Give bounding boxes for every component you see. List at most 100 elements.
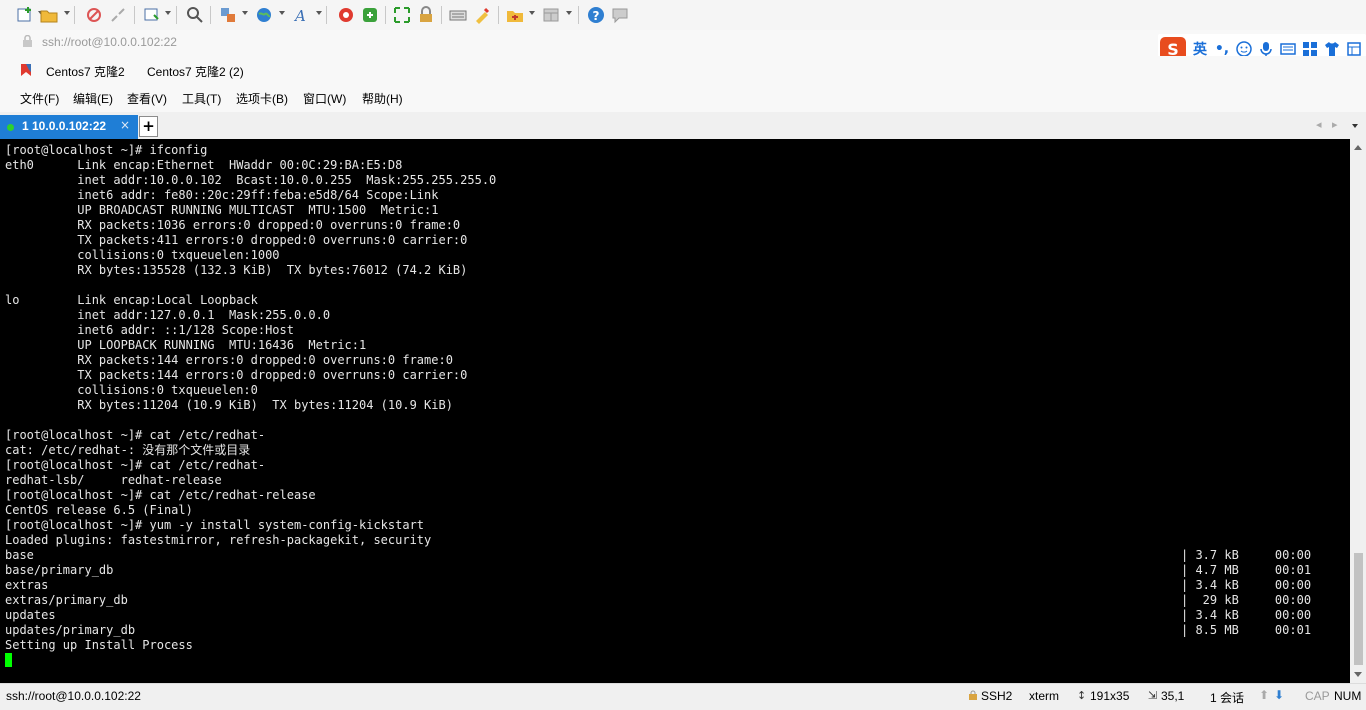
session-properties-icon[interactable] [142, 5, 162, 25]
terminal-line: [root@localhost ~]# cat /etc/redhat- [5, 458, 266, 472]
terminal-line: updates [5, 608, 56, 622]
terminal-line: cat: /etc/redhat-: 没有那个文件或目录 [5, 443, 251, 457]
keyboard-icon[interactable] [448, 5, 468, 25]
terminal-line: UP LOOPBACK RUNNING MTU:16436 Metric:1 [5, 338, 367, 352]
cursor-pos-icon: ⇲ [1148, 689, 1158, 702]
size-icon: ↕ [1077, 689, 1087, 702]
terminal-line: RX bytes:11204 (10.9 KiB) TX bytes:11204… [5, 398, 453, 412]
terminal-line: [root@localhost ~]# ifconfig [5, 143, 208, 157]
menu-help[interactable]: 帮助(H) [362, 90, 403, 107]
bookmark-icon [19, 63, 33, 80]
terminal-line: [root@localhost ~]# cat /etc/redhat- [5, 428, 266, 442]
arrow-down-icon[interactable]: ⬇ [1274, 688, 1284, 702]
connected-status-icon [7, 124, 14, 131]
terminal-line: eth0 Link encap:Ethernet HWaddr 00:0C:29… [5, 158, 417, 172]
svg-text:?: ? [593, 9, 600, 23]
terminal-line: RX packets:144 errors:0 dropped:0 overru… [5, 353, 453, 367]
terminal-line: Loaded plugins: fastestmirror, refresh-p… [5, 533, 432, 547]
secure-lock-icon [968, 690, 978, 704]
status-bar: ssh://root@10.0.0.102:22 SSH2 xterm ↕ 19… [0, 683, 1366, 710]
menu-tabs[interactable]: 选项卡(B) [236, 90, 288, 107]
terminal-line: [root@localhost ~]# yum -y install syste… [5, 518, 425, 532]
xftp-icon[interactable] [360, 5, 380, 25]
terminal-line: base [5, 548, 34, 562]
chat-icon[interactable] [610, 5, 630, 25]
menu-edit[interactable]: 编辑(E) [73, 90, 113, 107]
status-sessions: 1 会话 [1210, 691, 1245, 705]
main-toolbar: A ? [0, 0, 1366, 30]
menu-view[interactable]: 查看(V) [127, 90, 167, 107]
download-progress: | 3.7 kB 00:00 [1181, 548, 1312, 562]
terminal-line: TX packets:411 errors:0 dropped:0 overru… [5, 233, 468, 247]
status-cursor-position: 35,1 [1161, 689, 1185, 703]
terminal-line: [root@localhost ~]# cat /etc/redhat-rele… [5, 488, 323, 502]
add-tab-button[interactable]: + [139, 116, 158, 137]
tab-close-icon[interactable]: × [120, 118, 130, 132]
disconnect-icon[interactable] [108, 5, 128, 25]
status-caps: CAP [1305, 689, 1330, 703]
menu-bar: 文件(F) 编辑(E) 查看(V) 工具(T) 选项卡(B) 窗口(W) 帮助(… [0, 84, 1366, 112]
download-progress: | 8.5 MB 00:01 [1181, 623, 1312, 637]
tab-session[interactable]: 1 10.0.0.102:22 × [0, 115, 138, 139]
terminal-line: extras/primary_db [5, 593, 128, 607]
lock-icon[interactable] [416, 5, 436, 25]
tab-label: 1 10.0.0.102:22 [22, 119, 107, 133]
terminal-line: TX packets:144 errors:0 dropped:0 overru… [5, 368, 468, 382]
terminal-scrollbar[interactable] [1350, 139, 1366, 683]
xshell-icon[interactable] [336, 5, 356, 25]
scroll-up-icon[interactable] [1354, 145, 1362, 150]
svg-text:A: A [293, 7, 306, 24]
menu-window[interactable]: 窗口(W) [303, 90, 346, 107]
transfer-icon[interactable] [218, 5, 238, 25]
font-icon[interactable]: A [292, 5, 312, 25]
link-centos7-clone2-2[interactable]: Centos7 克隆2 (2) [147, 63, 244, 80]
tab-prev-icon[interactable]: ◂ [1316, 118, 1322, 131]
menu-file[interactable]: 文件(F) [20, 90, 59, 107]
terminal[interactable]: [root@localhost ~]# ifconfig eth0 Link en… [0, 139, 1350, 683]
terminal-line: updates/primary_db [5, 623, 136, 637]
status-protocol: SSH2 [981, 689, 1013, 703]
layout-icon[interactable] [541, 5, 561, 25]
terminal-line: redhat-lsb/ redhat-release [5, 473, 222, 487]
terminal-line: base/primary_db [5, 563, 114, 577]
links-bar: Centos7 克隆2 Centos7 克隆2 (2) [0, 56, 1366, 84]
status-terminal-type: xterm [1029, 689, 1059, 703]
new-session-icon[interactable] [15, 5, 35, 25]
arrow-up-icon[interactable]: ⬆ [1259, 688, 1269, 702]
download-progress: | 4.7 MB 00:01 [1181, 563, 1312, 577]
scroll-down-icon[interactable] [1354, 672, 1362, 677]
download-progress: | 29 kB 00:00 [1181, 593, 1312, 607]
terminal-line: UP BROADCAST RUNNING MULTICAST MTU:1500 … [5, 203, 439, 217]
terminal-line: CentOS release 6.5 (Final) [5, 503, 193, 517]
open-folder-icon[interactable] [40, 5, 58, 25]
download-progress: | 3.4 kB 00:00 [1181, 608, 1312, 622]
terminal-line: collisions:0 txqueuelen:1000 [5, 248, 287, 262]
terminal-line: collisions:0 txqueuelen:0 [5, 383, 266, 397]
menu-tools[interactable]: 工具(T) [182, 90, 221, 107]
terminal-line: lo Link encap:Local Loopback [5, 293, 273, 307]
status-num: NUM [1334, 689, 1362, 703]
link-centos7-clone2[interactable]: Centos7 克隆2 [46, 63, 125, 80]
status-size: 191x35 [1090, 689, 1130, 703]
terminal-line: RX bytes:135528 (132.3 KiB) TX bytes:760… [5, 263, 468, 277]
highlight-icon[interactable] [472, 5, 492, 25]
connect-icon[interactable] [84, 5, 104, 25]
terminal-line: Setting up Install Process [5, 638, 193, 652]
terminal-line: inet6 addr: ::1/128 Scope:Host [5, 323, 294, 337]
new-tab-icon[interactable] [505, 5, 525, 25]
address-text[interactable]: ssh://root@10.0.0.102:22 [42, 35, 177, 49]
tab-list-icon[interactable] [1352, 124, 1358, 128]
scrollbar-thumb[interactable] [1354, 553, 1363, 665]
terminal-line: extras [5, 578, 49, 592]
terminal-line: RX packets:1036 errors:0 dropped:0 overr… [5, 218, 461, 232]
terminal-line: inet addr:10.0.0.102 Bcast:10.0.0.255 Ma… [5, 173, 497, 187]
tab-next-icon[interactable]: ▸ [1332, 118, 1338, 131]
lock-icon [22, 34, 33, 51]
terminal-line: inet addr:127.0.0.1 Mask:255.0.0.0 [5, 308, 331, 322]
globe-icon[interactable] [254, 5, 274, 25]
fullscreen-icon[interactable] [392, 5, 412, 25]
terminal-line: inet6 addr: fe80::20c:29ff:feba:e5d8/64 … [5, 188, 439, 202]
find-icon[interactable] [185, 5, 205, 25]
help-icon[interactable]: ? [586, 5, 606, 25]
download-progress: | 3.4 kB 00:00 [1181, 578, 1312, 592]
